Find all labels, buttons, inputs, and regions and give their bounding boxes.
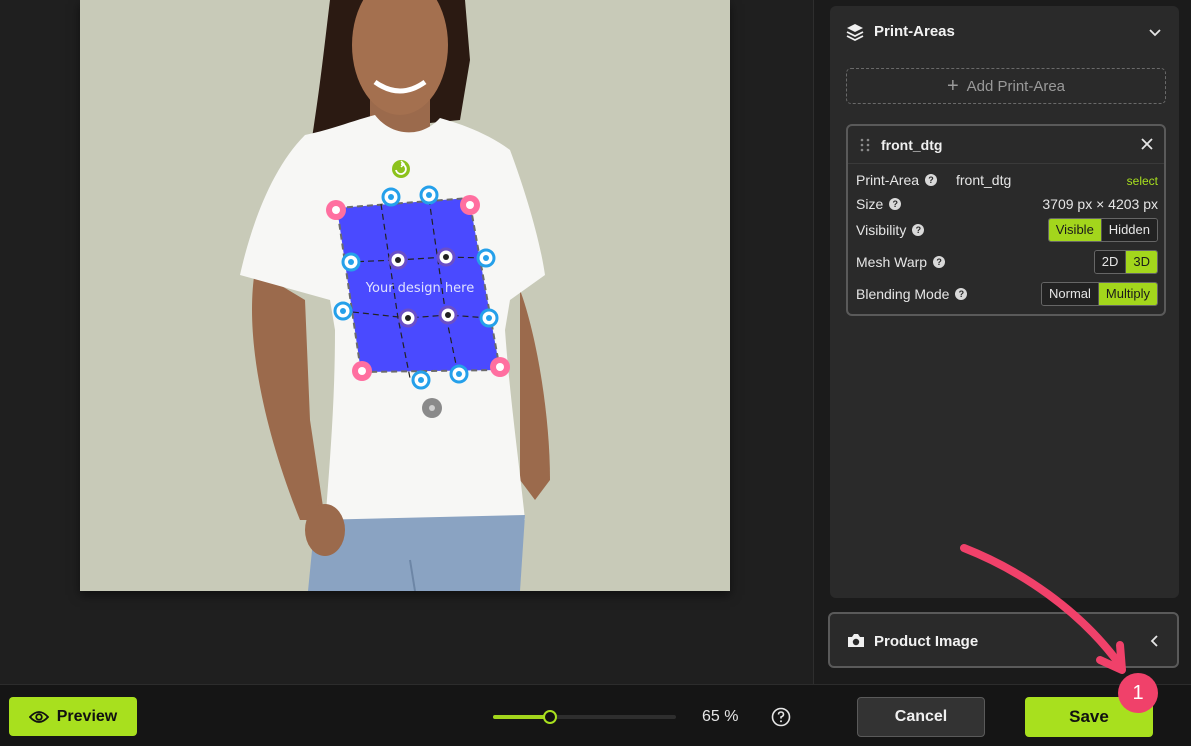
help-icon[interactable]: ? [925,174,938,186]
zoom-slider-fill [493,715,550,719]
help-icon[interactable]: ? [955,288,968,300]
drag-handle-icon[interactable] [860,138,870,152]
step-badge: 1 [1118,673,1158,713]
product-mockup[interactable]: Your design here [80,0,730,591]
canvas-area[interactable]: Your design here [0,0,813,684]
mesh-warp-toggle: 2D 3D [1093,250,1158,274]
right-panel: Print-Areas + Add Print-Area front_dtg P… [813,0,1191,684]
zoom-level: 65 % [702,708,739,725]
chevron-left-icon[interactable] [1148,634,1162,648]
size-label: Size [856,196,884,212]
visibility-row: Visibility? Visible Hidden [856,218,1158,244]
blending-multiply-option[interactable]: Multiply [1097,283,1157,305]
visibility-toggle: Visible Hidden [1047,218,1158,242]
add-print-area-label: Add Print-Area [966,77,1066,95]
plus-icon: + [946,75,959,97]
help-icon[interactable]: ? [933,256,946,268]
add-print-area-button[interactable]: + Add Print-Area [846,68,1166,104]
print-area-label: Print-Area [856,172,920,188]
print-area-row: Print-Area? front_dtg select [856,168,1158,194]
mesh-warp-3d-option[interactable]: 3D [1125,251,1157,273]
cancel-button[interactable]: Cancel [857,697,985,737]
product-image-title: Product Image [874,633,979,650]
bottom-toolbar: Preview 65 % Cancel Save [0,684,1191,746]
layers-icon [846,24,864,41]
help-icon[interactable] [771,707,791,727]
close-icon[interactable] [1140,137,1154,151]
print-area-value: front_dtg [956,172,1012,188]
visibility-label: Visibility [856,222,907,238]
visibility-hidden-option[interactable]: Hidden [1100,219,1157,241]
preview-label: Preview [56,707,118,725]
blending-normal-option[interactable]: Normal [1042,283,1098,305]
print-areas-panel: Print-Areas + Add Print-Area front_dtg P… [830,6,1179,598]
print-area-card: front_dtg Print-Area? front_dtg select S… [846,124,1166,316]
chevron-down-icon[interactable] [1148,25,1162,39]
visibility-visible-option[interactable]: Visible [1048,219,1101,241]
select-link[interactable]: select [1127,174,1158,188]
mesh-warp-label: Mesh Warp [856,254,928,270]
rotate-handle-icon [392,160,410,178]
help-icon[interactable]: ? [912,224,925,236]
help-icon[interactable]: ? [889,198,902,210]
blending-mode-toggle: Normal Multiply [1041,282,1158,306]
camera-icon [848,634,864,647]
blending-mode-row: Blending Mode? Normal Multiply [856,282,1158,308]
size-value: 3709 px × 4203 px [1042,196,1158,212]
design-placeholder-text: Your design here [365,281,474,296]
zoom-slider[interactable] [493,710,676,724]
print-area-name[interactable]: front_dtg [881,137,942,153]
product-image-panel[interactable]: Product Image [828,612,1179,668]
mesh-warp-2d-option[interactable]: 2D [1094,251,1126,273]
app-window: Your design here Print-Areas + Add Print… [0,0,1191,746]
zoom-slider-thumb[interactable] [542,710,557,724]
move-handle-icon [422,398,442,418]
print-areas-title: Print-Areas [874,23,955,40]
size-row: Size? 3709 px × 4203 px [856,192,1158,218]
blending-mode-label: Blending Mode [856,286,950,302]
print-area-card-header: front_dtg [848,126,1164,164]
preview-button[interactable]: Preview [9,697,137,736]
mockup-scene: Your design here [80,0,730,591]
print-areas-header[interactable]: Print-Areas [830,6,1179,58]
mesh-warp-row: Mesh Warp? 2D 3D [856,250,1158,276]
eye-icon [28,710,49,723]
